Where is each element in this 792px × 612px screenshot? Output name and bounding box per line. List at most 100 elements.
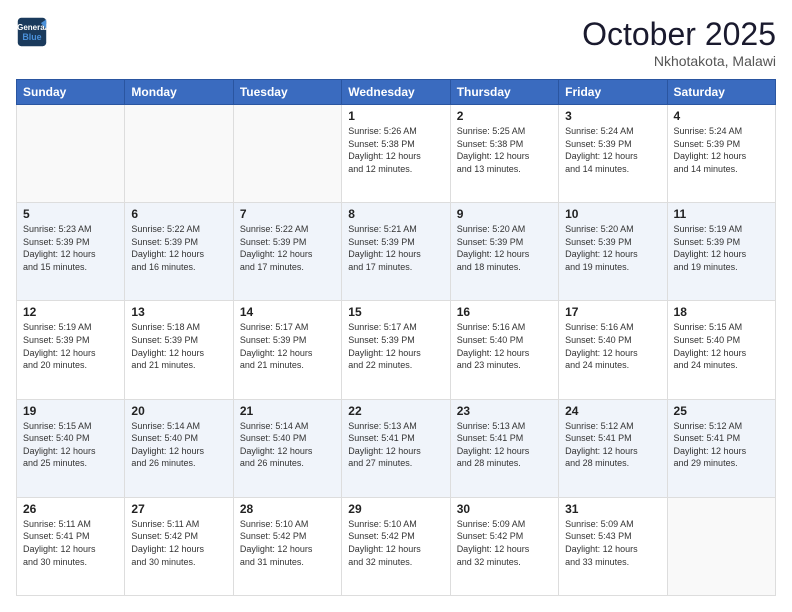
calendar-day-cell: 23Sunrise: 5:13 AM Sunset: 5:41 PM Dayli… <box>450 399 558 497</box>
day-number: 3 <box>565 109 660 123</box>
day-number: 31 <box>565 502 660 516</box>
day-number: 16 <box>457 305 552 319</box>
calendar-day-cell: 7 Sunrise: 5:22 AM Sunset: 5:39 PM Daylig… <box>233 203 341 301</box>
calendar-week-row: 26Sunrise: 5:11 AM Sunset: 5:41 PM Dayli… <box>17 497 776 595</box>
day-info: Sunrise: 5:19 AM Sunset: 5:39 PM Dayligh… <box>674 223 769 273</box>
day-info: Sunrise: 5:22 AM Sunset: 5:39 PM Dayligh… <box>240 223 335 273</box>
calendar-day-cell: 17Sunrise: 5:16 AM Sunset: 5:40 PM Dayli… <box>559 301 667 399</box>
day-info: Sunrise: 5:22 AM Sunset: 5:39 PM Dayligh… <box>131 223 226 273</box>
calendar-day-cell: 9 Sunrise: 5:20 AM Sunset: 5:39 PM Daylig… <box>450 203 558 301</box>
calendar-day-cell: 31 Sunrise: 5:09 AM Sunset: 5:43 PM Dayli… <box>559 497 667 595</box>
day-info: Sunrise: 5:20 AM Sunset: 5:39 PM Dayligh… <box>565 223 660 273</box>
day-number: 9 <box>457 207 552 221</box>
calendar-day-cell: 8 Sunrise: 5:21 AM Sunset: 5:39 PM Daylig… <box>342 203 450 301</box>
calendar-day-cell: 16 Sunrise: 5:16 AM Sunset: 5:40 PM Dayli… <box>450 301 558 399</box>
day-number: 21 <box>240 404 335 418</box>
calendar-week-row: 1 Sunrise: 5:26 AM Sunset: 5:38 PM Daylig… <box>17 105 776 203</box>
day-info: Sunrise: 5:17 AM Sunset: 5:39 PM Dayligh… <box>240 321 335 371</box>
day-info: Sunrise: 5:15 AM Sunset: 5:40 PM Dayligh… <box>23 420 118 470</box>
calendar-day-cell: 29Sunrise: 5:10 AM Sunset: 5:42 PM Dayli… <box>342 497 450 595</box>
calendar-day-header: Thursday <box>450 80 558 105</box>
logo-icon: General Blue <box>16 16 48 48</box>
calendar-day-cell <box>17 105 125 203</box>
calendar-day-cell: 15 Sunrise: 5:17 AM Sunset: 5:39 PM Dayli… <box>342 301 450 399</box>
day-info: Sunrise: 5:10 AM Sunset: 5:42 PM Dayligh… <box>240 518 335 568</box>
calendar-day-cell: 11 Sunrise: 5:19 AM Sunset: 5:39 PM Dayli… <box>667 203 775 301</box>
day-number: 27 <box>131 502 226 516</box>
day-number: 29 <box>348 502 443 516</box>
day-info: Sunrise: 5:12 AM Sunset: 5:41 PM Dayligh… <box>674 420 769 470</box>
calendar-day-cell: 6Sunrise: 5:22 AM Sunset: 5:39 PM Daylig… <box>125 203 233 301</box>
day-info: Sunrise: 5:09 AM Sunset: 5:42 PM Dayligh… <box>457 518 552 568</box>
day-info: Sunrise: 5:19 AM Sunset: 5:39 PM Dayligh… <box>23 321 118 371</box>
page: General Blue October 2025 Nkhotakota, Ma… <box>0 0 792 612</box>
day-number: 11 <box>674 207 769 221</box>
calendar-day-cell: 4Sunrise: 5:24 AM Sunset: 5:39 PM Daylig… <box>667 105 775 203</box>
calendar-day-cell: 3 Sunrise: 5:24 AM Sunset: 5:39 PM Daylig… <box>559 105 667 203</box>
day-number: 2 <box>457 109 552 123</box>
calendar-day-cell: 2 Sunrise: 5:25 AM Sunset: 5:38 PM Daylig… <box>450 105 558 203</box>
calendar-day-cell: 30 Sunrise: 5:09 AM Sunset: 5:42 PM Dayli… <box>450 497 558 595</box>
day-info: Sunrise: 5:24 AM Sunset: 5:39 PM Dayligh… <box>565 125 660 175</box>
calendar-day-cell: 12 Sunrise: 5:19 AM Sunset: 5:39 PM Dayli… <box>17 301 125 399</box>
day-info: Sunrise: 5:14 AM Sunset: 5:40 PM Dayligh… <box>240 420 335 470</box>
day-number: 26 <box>23 502 118 516</box>
day-info: Sunrise: 5:20 AM Sunset: 5:39 PM Dayligh… <box>457 223 552 273</box>
calendar-day-cell: 24Sunrise: 5:12 AM Sunset: 5:41 PM Dayli… <box>559 399 667 497</box>
calendar-day-cell: 14Sunrise: 5:17 AM Sunset: 5:39 PM Dayli… <box>233 301 341 399</box>
calendar-day-header: Friday <box>559 80 667 105</box>
day-number: 13 <box>131 305 226 319</box>
calendar-week-row: 12 Sunrise: 5:19 AM Sunset: 5:39 PM Dayli… <box>17 301 776 399</box>
day-info: Sunrise: 5:16 AM Sunset: 5:40 PM Dayligh… <box>457 321 552 371</box>
calendar-day-cell: 18 Sunrise: 5:15 AM Sunset: 5:40 PM Dayli… <box>667 301 775 399</box>
calendar-day-cell: 13 Sunrise: 5:18 AM Sunset: 5:39 PM Dayli… <box>125 301 233 399</box>
calendar-day-cell <box>667 497 775 595</box>
calendar-day-cell: 10 Sunrise: 5:20 AM Sunset: 5:39 PM Dayli… <box>559 203 667 301</box>
day-number: 1 <box>348 109 443 123</box>
calendar-day-cell: 25 Sunrise: 5:12 AM Sunset: 5:41 PM Dayli… <box>667 399 775 497</box>
day-number: 24 <box>565 404 660 418</box>
day-info: Sunrise: 5:23 AM Sunset: 5:39 PM Dayligh… <box>23 223 118 273</box>
calendar-day-cell: 20Sunrise: 5:14 AM Sunset: 5:40 PM Dayli… <box>125 399 233 497</box>
calendar-day-header: Saturday <box>667 80 775 105</box>
calendar-day-cell: 5Sunrise: 5:23 AM Sunset: 5:39 PM Daylig… <box>17 203 125 301</box>
day-info: Sunrise: 5:26 AM Sunset: 5:38 PM Dayligh… <box>348 125 443 175</box>
calendar-week-row: 19 Sunrise: 5:15 AM Sunset: 5:40 PM Dayli… <box>17 399 776 497</box>
day-info: Sunrise: 5:09 AM Sunset: 5:43 PM Dayligh… <box>565 518 660 568</box>
day-number: 23 <box>457 404 552 418</box>
calendar-day-cell: 27 Sunrise: 5:11 AM Sunset: 5:42 PM Dayli… <box>125 497 233 595</box>
day-number: 30 <box>457 502 552 516</box>
location-title: Nkhotakota, Malawi <box>582 53 776 69</box>
calendar-day-cell <box>125 105 233 203</box>
day-number: 15 <box>348 305 443 319</box>
day-info: Sunrise: 5:11 AM Sunset: 5:42 PM Dayligh… <box>131 518 226 568</box>
calendar-day-cell: 19 Sunrise: 5:15 AM Sunset: 5:40 PM Dayli… <box>17 399 125 497</box>
calendar-day-cell <box>233 105 341 203</box>
calendar-table: SundayMondayTuesdayWednesdayThursdayFrid… <box>16 79 776 596</box>
day-number: 7 <box>240 207 335 221</box>
day-number: 25 <box>674 404 769 418</box>
calendar-day-header: Wednesday <box>342 80 450 105</box>
calendar-day-cell: 28 Sunrise: 5:10 AM Sunset: 5:42 PM Dayli… <box>233 497 341 595</box>
day-number: 28 <box>240 502 335 516</box>
calendar-week-row: 5Sunrise: 5:23 AM Sunset: 5:39 PM Daylig… <box>17 203 776 301</box>
day-number: 18 <box>674 305 769 319</box>
day-number: 8 <box>348 207 443 221</box>
day-info: Sunrise: 5:21 AM Sunset: 5:39 PM Dayligh… <box>348 223 443 273</box>
calendar-day-header: Sunday <box>17 80 125 105</box>
svg-text:Blue: Blue <box>22 32 41 42</box>
day-info: Sunrise: 5:15 AM Sunset: 5:40 PM Dayligh… <box>674 321 769 371</box>
month-title: October 2025 <box>582 16 776 53</box>
day-info: Sunrise: 5:25 AM Sunset: 5:38 PM Dayligh… <box>457 125 552 175</box>
calendar-day-cell: 1 Sunrise: 5:26 AM Sunset: 5:38 PM Daylig… <box>342 105 450 203</box>
day-number: 19 <box>23 404 118 418</box>
day-number: 20 <box>131 404 226 418</box>
day-info: Sunrise: 5:17 AM Sunset: 5:39 PM Dayligh… <box>348 321 443 371</box>
day-number: 12 <box>23 305 118 319</box>
calendar-day-cell: 26Sunrise: 5:11 AM Sunset: 5:41 PM Dayli… <box>17 497 125 595</box>
day-number: 10 <box>565 207 660 221</box>
day-number: 4 <box>674 109 769 123</box>
calendar-day-header: Monday <box>125 80 233 105</box>
day-info: Sunrise: 5:18 AM Sunset: 5:39 PM Dayligh… <box>131 321 226 371</box>
day-number: 22 <box>348 404 443 418</box>
